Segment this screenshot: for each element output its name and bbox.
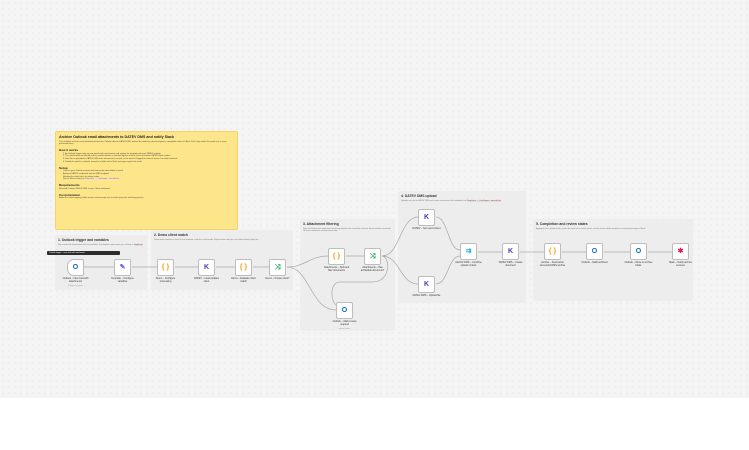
node-label: Add DV DMS – Combine upload context: [455, 261, 482, 267]
workflow-node[interactable]: K: [418, 276, 435, 293]
node-label: Demo – Known client?: [265, 277, 290, 280]
node-label: Demo – Evaluate client match: [231, 277, 256, 283]
workflow-node[interactable]: K: [502, 243, 519, 260]
datev-k-icon: K: [507, 248, 514, 255]
workflow-node[interactable]: K: [198, 259, 215, 276]
if-branch-icon: ⤨: [274, 264, 281, 271]
if-branch-icon: ⤨: [369, 253, 376, 260]
code-braces-icon: { }: [548, 248, 557, 255]
datev-k-icon: K: [423, 214, 430, 221]
pencil-icon: ✎: [119, 264, 126, 271]
node-label: Outlook – Mark review required: [332, 320, 357, 326]
workflow-node[interactable]: ⤨: [364, 248, 381, 265]
workflow-node[interactable]: O: [586, 243, 603, 260]
node-label: Demo – Configure processing: [155, 277, 176, 283]
code-braces-icon: { }: [332, 253, 341, 260]
node-label: DATEV DMS – Upload file: [412, 294, 441, 297]
node-label: Outlook – Mark archived: [581, 261, 608, 264]
connection: [435, 216, 461, 251]
outlook-icon: O: [635, 248, 642, 255]
code-braces-icon: { }: [239, 264, 248, 271]
datev-k-icon: K: [423, 281, 430, 288]
outlook-icon: O: [591, 248, 598, 255]
node-label: Slack – Notify archive success: [669, 261, 692, 267]
workflow-node[interactable]: ✎: [114, 259, 131, 276]
workflow-canvas[interactable]: Archive Outlook email attachments to DAT…: [0, 0, 749, 398]
node-label: Outlook – New mail with attachments: [62, 277, 89, 283]
code-braces-icon: { }: [161, 264, 170, 271]
outlook-icon: O: [72, 264, 79, 271]
node-label: Template – Configure variables: [111, 277, 134, 283]
workflow-node[interactable]: O: [630, 243, 647, 260]
workflow-node[interactable]: ⇉: [460, 243, 477, 260]
node-subtitle: Polling every minute: [67, 285, 84, 287]
workflow-node[interactable]: O: [67, 259, 84, 276]
node-label: Outlook – Move to archive folder: [624, 261, 653, 267]
workflow-node[interactable]: { }: [328, 248, 345, 265]
connection: [381, 216, 419, 257]
workflow-node[interactable]: { }: [544, 243, 561, 260]
node-tooltip: Outlook trigger – new mail with attachme…: [47, 251, 120, 255]
node-label: Archive – Summarize successful DMS archi…: [539, 261, 566, 267]
workflow-node[interactable]: { }: [157, 259, 174, 276]
workflow-node[interactable]: K: [418, 209, 435, 226]
outlook-icon: O: [341, 307, 348, 314]
node-label: DATEV DMS – Create document: [498, 261, 523, 267]
workflow-node[interactable]: ✱: [672, 243, 689, 260]
connection: [286, 266, 337, 311]
slack-icon: ✱: [677, 248, 684, 255]
connections-layer: [84, 216, 672, 311]
connection: [286, 255, 329, 268]
node-label: Attachments – Has archivable document?: [360, 266, 385, 272]
workflow-node[interactable]: O: [336, 302, 353, 319]
node-label: Attachments – Split and filter documents: [323, 266, 350, 272]
datev-k-icon: K: [203, 264, 210, 271]
merge-icon: ⇉: [465, 248, 472, 255]
node-label: DATEV – Get user/context: [412, 227, 441, 230]
node-label: DATEV – Load updates client: [194, 277, 219, 283]
workflow-node[interactable]: { }: [235, 259, 252, 276]
workflow-node[interactable]: ⤨: [269, 259, 286, 276]
node-subtitle: manual review: [339, 328, 350, 330]
